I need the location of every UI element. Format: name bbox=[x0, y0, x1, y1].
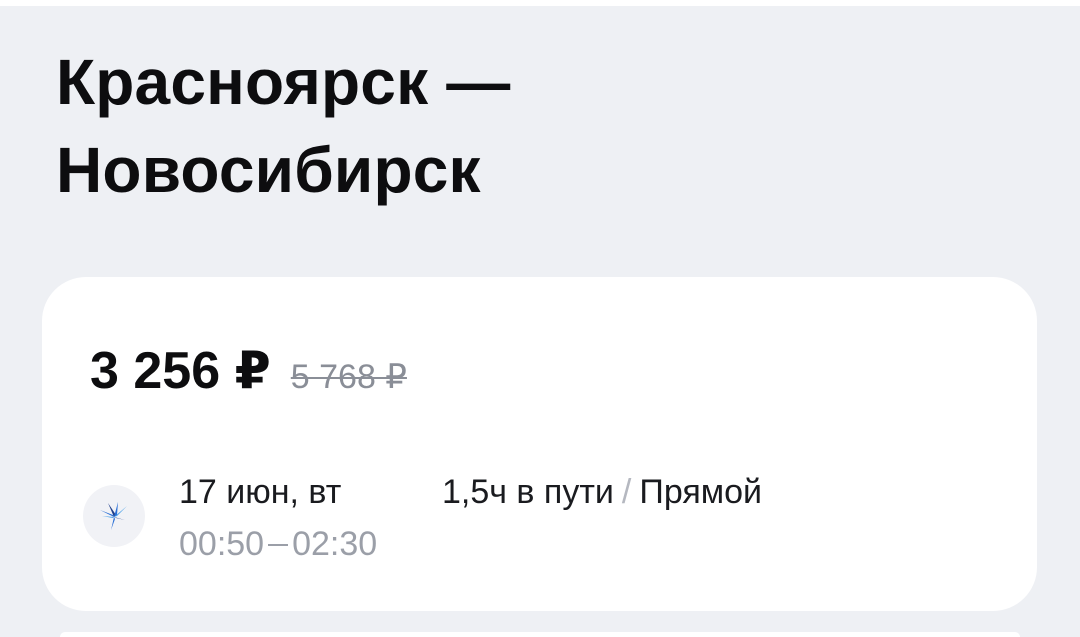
route-title: Красноярск — Новосибирск bbox=[56, 38, 756, 214]
arrival-time: 02:30 bbox=[292, 525, 378, 563]
flight-stops: Прямой bbox=[639, 473, 763, 511]
time-separator bbox=[268, 543, 289, 546]
price-row: 3 256 ₽ 5 768 ₽ bbox=[90, 341, 407, 401]
route-origin: Красноярск — bbox=[56, 46, 511, 118]
flight-meta: 1,5ч в пути / Прямой bbox=[442, 473, 762, 512]
top-strip bbox=[0, 0, 1080, 6]
flight-duration: 1,5ч в пути bbox=[442, 473, 614, 511]
current-price: 3 256 ₽ bbox=[90, 342, 271, 400]
flight-date: 17 июн, вт bbox=[179, 473, 342, 511]
next-card-edge bbox=[60, 632, 1020, 637]
flight-time: 00:50 02:30 bbox=[179, 525, 377, 564]
route-destination: Новосибирск bbox=[56, 134, 481, 206]
ticket-card[interactable]: 3 256 ₽ 5 768 ₽ 17 июн, вт 00:50 02:30 1… bbox=[42, 277, 1037, 611]
old-price: 5 768 ₽ bbox=[290, 358, 407, 396]
bird-airline-logo-icon bbox=[83, 485, 145, 547]
meta-separator: / bbox=[621, 473, 632, 511]
departure-time: 00:50 bbox=[179, 525, 265, 563]
